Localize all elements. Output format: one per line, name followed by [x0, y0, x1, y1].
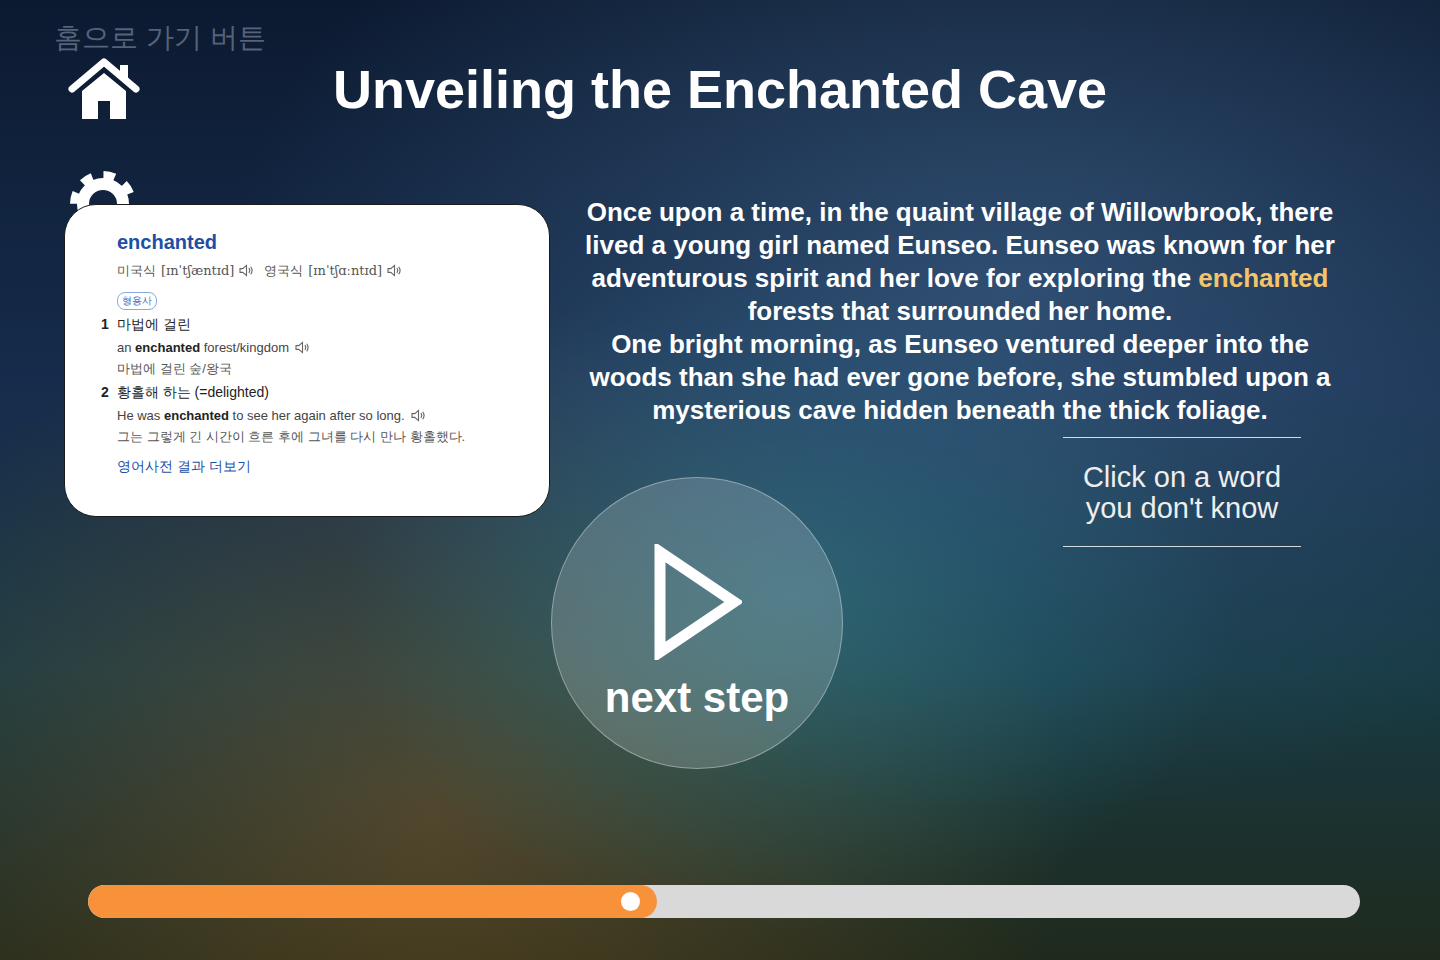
story-text: Once upon a time, in the quaint village …	[580, 196, 1340, 427]
story-segment[interactable]: forests that surrounded her home.	[748, 296, 1173, 326]
progress-bar[interactable]	[88, 885, 1360, 918]
story-paragraph: Once upon a time, in the quaint village …	[580, 196, 1340, 328]
progress-fill	[88, 885, 657, 918]
pronunciation: 미국식 [ɪnˈtʃæntɪd]	[117, 262, 254, 280]
example-translation: 그는 그렇게 긴 시간이 흐른 후에 그녀를 다시 만나 황홀했다.	[117, 428, 519, 446]
speaker-icon[interactable]	[239, 264, 254, 277]
highlighted-word[interactable]: enchanted	[1198, 263, 1328, 293]
dictionary-popup: enchanted 미국식 [ɪnˈtʃæntɪd] 영국식 [ɪnˈtʃɑːn…	[64, 204, 550, 517]
speaker-icon[interactable]	[411, 409, 426, 422]
hint-text: Click on a word you don't know	[1063, 437, 1301, 547]
home-label: 홈으로 가기 버튼	[54, 19, 266, 57]
example-sentence: an enchanted forest/kingdom	[117, 340, 519, 355]
pronunciation: 영국식 [ɪnˈtʃɑːntɪd]	[264, 262, 402, 280]
page-title: Unveiling the Enchanted Cave	[140, 57, 1300, 122]
footer	[0, 885, 1440, 960]
header: 홈으로 가기 버튼 Unveiling the Enchanted Cave	[0, 0, 1440, 122]
more-results-link[interactable]: 영어사전 결과 더보기	[117, 458, 251, 476]
speaker-icon[interactable]	[295, 341, 310, 354]
next-step-button[interactable]: next step	[551, 477, 843, 769]
story-segment[interactable]: One bright morning, as Eunseo ventured d…	[589, 329, 1330, 425]
progress-knob[interactable]	[621, 892, 640, 911]
play-icon	[652, 544, 742, 660]
sense: 1 마법에 걸린 an enchanted forest/kingdom 마법에…	[117, 316, 519, 378]
speaker-icon[interactable]	[387, 264, 402, 277]
home-button[interactable]	[68, 57, 140, 121]
part-of-speech-badge: 형용사	[117, 292, 157, 310]
story-paragraph: One bright morning, as Eunseo ventured d…	[580, 328, 1340, 427]
reading-screen: 홈으로 가기 버튼 Unveiling the Enchanted Cave e…	[0, 0, 1440, 960]
main-area: enchanted 미국식 [ɪnˈtʃæntɪd] 영국식 [ɪnˈtʃɑːn…	[0, 169, 1440, 885]
dictionary-word: enchanted	[117, 231, 519, 254]
example-translation: 마법에 걸린 숲/왕국	[117, 360, 519, 378]
pronunciation-row: 미국식 [ɪnˈtʃæntɪd] 영국식 [ɪnˈtʃɑːntɪd]	[117, 262, 519, 280]
sense: 2 황홀해 하는 (=delighted) He was enchanted t…	[117, 384, 519, 446]
home-icon	[68, 57, 140, 121]
example-sentence: He was enchanted to see her again after …	[117, 408, 519, 423]
